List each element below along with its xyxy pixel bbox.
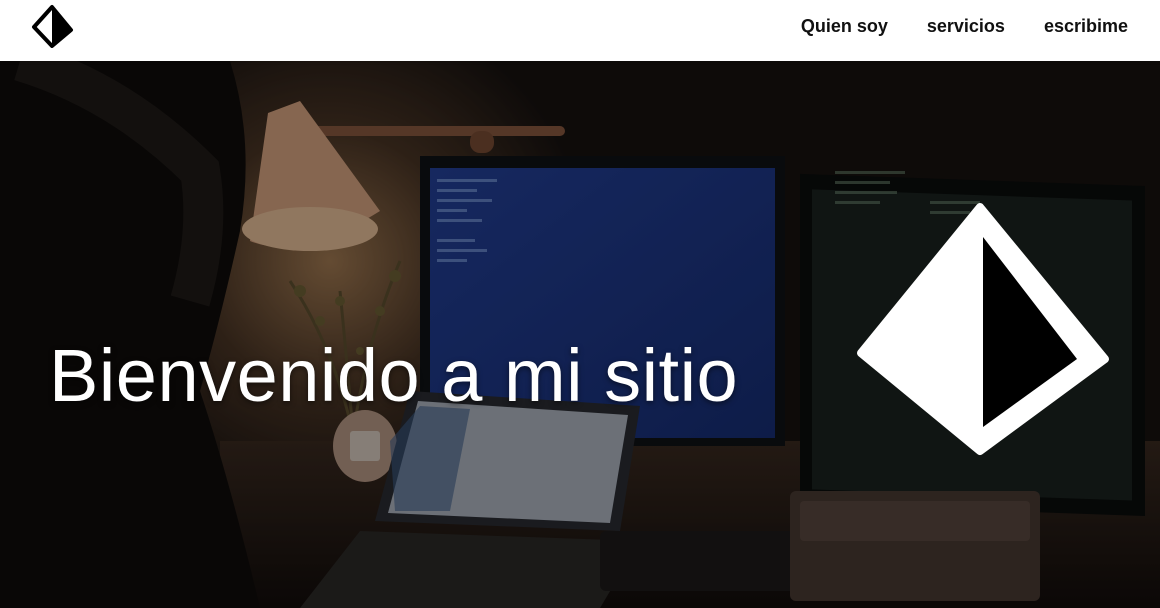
prism-emblem-icon (857, 203, 1109, 455)
main-nav: Quien soy servicios escribime (801, 0, 1128, 52)
nav-link-servicios[interactable]: servicios (927, 16, 1005, 37)
hero-section: Bienvenido a mi sitio (0, 61, 1160, 608)
top-navbar: Quien soy servicios escribime (0, 0, 1160, 61)
prism-logo-icon[interactable] (31, 4, 75, 48)
nav-link-quien-soy[interactable]: Quien soy (801, 16, 888, 37)
nav-link-escribime[interactable]: escribime (1044, 16, 1128, 37)
hero-title: Bienvenido a mi sitio (49, 334, 739, 417)
